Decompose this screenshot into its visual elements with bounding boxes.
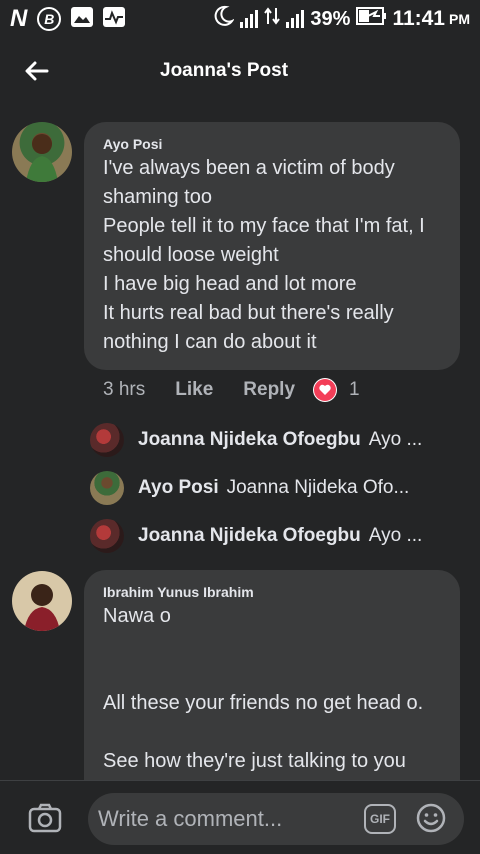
reply-text: Ayo ... xyxy=(368,525,423,546)
notification-app-icon: N xyxy=(10,5,28,32)
clock: 11:41 xyxy=(392,7,445,30)
post-header: Joanna's Post xyxy=(0,46,480,96)
notification-b-icon: B xyxy=(37,7,62,31)
moon-icon xyxy=(212,5,236,33)
reply-author: Joanna Njideka Ofoegbu xyxy=(138,525,361,546)
page-title: Joanna's Post xyxy=(160,60,289,81)
reply-text: Ayo ... xyxy=(368,429,423,450)
gif-button[interactable]: GIF xyxy=(364,804,396,834)
comment-author[interactable]: Ibrahim Yunus Ibrahim xyxy=(103,584,254,600)
reply-author: Ayo Posi xyxy=(138,477,219,498)
reply-preview-row[interactable]: Joanna Njideka Ofoegbu Ayo ... xyxy=(90,422,470,458)
battery-percent: 39% xyxy=(310,7,351,30)
signal-icon xyxy=(240,10,259,28)
comment-text: I've always been a victim of body shamin… xyxy=(103,157,425,353)
avatar xyxy=(90,423,124,457)
comment-bubble[interactable]: Ibrahim Yunus Ibrahim Nawa o All these y… xyxy=(84,570,460,810)
reaction-count: 1 xyxy=(349,379,360,400)
battery-icon xyxy=(356,7,387,31)
smiley-icon[interactable] xyxy=(416,803,446,833)
comment-field[interactable]: GIF xyxy=(88,793,464,845)
data-transfer-icon xyxy=(264,6,281,32)
reply-preview-row[interactable]: Ayo Posi Joanna Njideka Ofo... xyxy=(90,470,470,506)
comment-author[interactable]: Ayo Posi xyxy=(103,136,162,152)
comment-bubble[interactable]: Ayo Posi I've always been a victim of bo… xyxy=(84,122,460,370)
comment-composer: GIF xyxy=(0,780,480,854)
comment-text: Nawa o All these your friends no get hea… xyxy=(103,605,424,772)
activity-icon xyxy=(103,6,126,32)
reply-button[interactable]: Reply xyxy=(243,379,295,401)
avatar[interactable] xyxy=(12,122,72,182)
comment-input[interactable] xyxy=(98,806,348,832)
signal-icon-2 xyxy=(286,10,305,28)
clock-ampm: PM xyxy=(449,11,470,27)
avatar xyxy=(90,471,124,505)
reply-author: Joanna Njideka Ofoegbu xyxy=(138,429,361,450)
arrow-left-icon[interactable] xyxy=(20,54,54,88)
comment-time: 3 hrs xyxy=(103,379,146,400)
camera-icon[interactable] xyxy=(28,803,62,833)
reply-text: Joanna Njideka Ofo... xyxy=(226,477,410,498)
heart-reaction-icon[interactable] xyxy=(313,378,338,402)
reply-preview-row[interactable]: Joanna Njideka Ofoegbu Ayo ... xyxy=(90,518,470,554)
avatar[interactable] xyxy=(12,571,72,631)
gallery-icon xyxy=(71,6,94,32)
comment-actions: 3 hrs Like Reply 1 xyxy=(103,378,360,402)
avatar xyxy=(90,519,124,553)
like-button[interactable]: Like xyxy=(175,379,213,401)
status-bar: N B 39% 11:41 PM xyxy=(0,0,480,38)
